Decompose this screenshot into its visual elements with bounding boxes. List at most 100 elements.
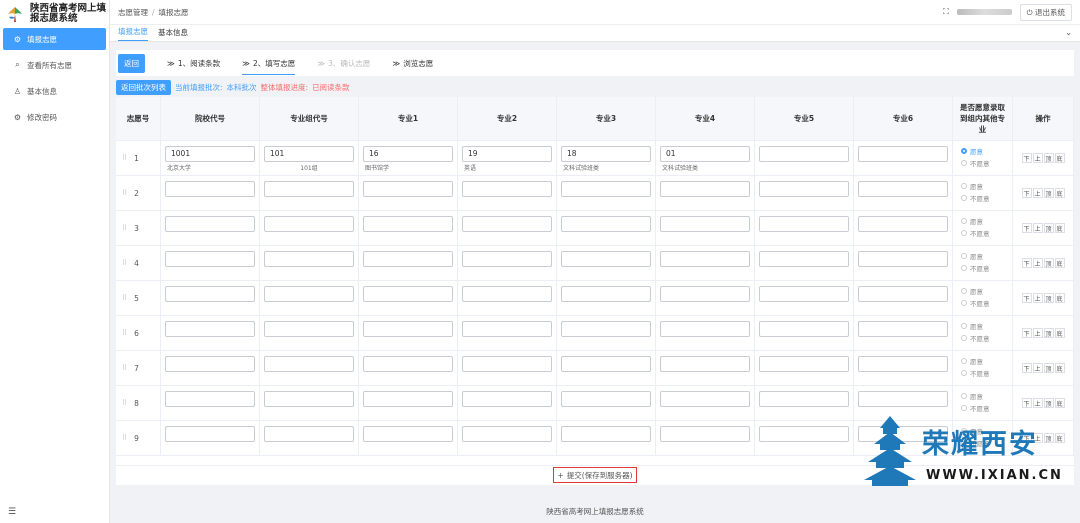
move-top-button[interactable]: 顶 bbox=[1043, 188, 1054, 198]
fullscreen-icon[interactable]: ⛶ bbox=[943, 7, 949, 17]
move-down-button[interactable]: 下 bbox=[1021, 258, 1032, 268]
radio-willing[interactable]: 愿意 bbox=[961, 391, 1012, 401]
major4-input[interactable] bbox=[660, 356, 750, 372]
major4-input[interactable] bbox=[660, 286, 750, 302]
radio-willing[interactable]: 愿意 bbox=[961, 181, 1012, 191]
major1-input[interactable]: 16 bbox=[363, 146, 453, 162]
major1-input[interactable] bbox=[363, 321, 453, 337]
submit-button[interactable]: + 提交(保存到服务器) bbox=[553, 467, 637, 483]
major1-input[interactable] bbox=[363, 356, 453, 372]
group-code-input[interactable] bbox=[264, 391, 354, 407]
radio-unwilling[interactable]: 不愿意 bbox=[961, 158, 1012, 168]
major1-input[interactable] bbox=[363, 286, 453, 302]
move-down-button[interactable]: 下 bbox=[1021, 363, 1032, 373]
radio-unwilling[interactable]: 不愿意 bbox=[961, 333, 1012, 343]
radio-willing[interactable]: 愿意 bbox=[961, 286, 1012, 296]
major3-input[interactable] bbox=[561, 181, 651, 197]
move-up-button[interactable]: 上 bbox=[1032, 188, 1043, 198]
drag-handle-icon[interactable]: ⠿ bbox=[122, 364, 127, 372]
move-up-button[interactable]: 上 bbox=[1032, 223, 1043, 233]
move-bottom-button[interactable]: 底 bbox=[1054, 153, 1065, 163]
major5-input[interactable] bbox=[759, 426, 849, 442]
major6-input[interactable] bbox=[858, 181, 948, 197]
radio-willing[interactable]: 愿意 bbox=[961, 251, 1012, 261]
major3-input[interactable] bbox=[561, 251, 651, 267]
move-down-button[interactable]: 下 bbox=[1021, 328, 1032, 338]
group-code-input[interactable]: 101 bbox=[264, 146, 354, 162]
move-bottom-button[interactable]: 底 bbox=[1054, 188, 1065, 198]
radio-willing[interactable]: 愿意 bbox=[961, 356, 1012, 366]
major2-input[interactable] bbox=[462, 286, 552, 302]
major1-input[interactable] bbox=[363, 181, 453, 197]
move-top-button[interactable]: 顶 bbox=[1043, 258, 1054, 268]
back-to-batch-list-button[interactable]: 返回批次列表 bbox=[116, 79, 171, 95]
radio-unwilling[interactable]: 不愿意 bbox=[961, 298, 1012, 308]
major3-input[interactable]: 18 bbox=[561, 146, 651, 162]
move-down-button[interactable]: 下 bbox=[1021, 293, 1032, 303]
major6-input[interactable] bbox=[858, 391, 948, 407]
move-bottom-button[interactable]: 底 bbox=[1054, 293, 1065, 303]
major4-input[interactable]: 01 bbox=[660, 146, 750, 162]
move-down-button[interactable]: 下 bbox=[1021, 188, 1032, 198]
major2-input[interactable] bbox=[462, 216, 552, 232]
radio-willing[interactable]: 愿意 bbox=[961, 216, 1012, 226]
move-down-button[interactable]: 下 bbox=[1021, 153, 1032, 163]
major5-input[interactable] bbox=[759, 146, 849, 162]
school-code-input[interactable]: 1001 bbox=[165, 146, 255, 162]
breadcrumb-item[interactable]: 志愿管理 bbox=[118, 8, 148, 17]
move-bottom-button[interactable]: 底 bbox=[1054, 258, 1065, 268]
major6-input[interactable] bbox=[858, 146, 948, 162]
drag-handle-icon[interactable]: ⠿ bbox=[122, 259, 127, 267]
group-code-input[interactable] bbox=[264, 216, 354, 232]
move-top-button[interactable]: 顶 bbox=[1043, 153, 1054, 163]
drag-handle-icon[interactable]: ⠿ bbox=[122, 329, 127, 337]
school-code-input[interactable] bbox=[165, 216, 255, 232]
radio-unwilling[interactable]: 不愿意 bbox=[961, 263, 1012, 273]
move-bottom-button[interactable]: 底 bbox=[1054, 223, 1065, 233]
back-button[interactable]: 返回 bbox=[118, 53, 145, 73]
school-code-input[interactable] bbox=[165, 426, 255, 442]
sidebar-item-fill[interactable]: ⚙ 填报志愿 bbox=[3, 28, 106, 50]
major4-input[interactable] bbox=[660, 251, 750, 267]
radio-unwilling[interactable]: 不愿意 bbox=[961, 368, 1012, 378]
major2-input[interactable] bbox=[462, 391, 552, 407]
group-code-input[interactable] bbox=[264, 426, 354, 442]
major1-input[interactable] bbox=[363, 216, 453, 232]
tab-fill[interactable]: 填报志愿 bbox=[118, 26, 148, 41]
group-code-input[interactable] bbox=[264, 181, 354, 197]
sidebar-item-password[interactable]: ⚙ 修改密码 bbox=[3, 106, 106, 128]
drag-handle-icon[interactable]: ⠿ bbox=[122, 154, 127, 162]
school-code-input[interactable] bbox=[165, 356, 255, 372]
collapse-menu-icon[interactable]: ☰ bbox=[8, 507, 16, 517]
major5-input[interactable] bbox=[759, 286, 849, 302]
step-read-terms[interactable]: ≫ 1、阅读条款 bbox=[167, 58, 220, 69]
major5-input[interactable] bbox=[759, 391, 849, 407]
major5-input[interactable] bbox=[759, 181, 849, 197]
radio-willing[interactable]: 愿意 bbox=[961, 321, 1012, 331]
school-code-input[interactable] bbox=[165, 321, 255, 337]
drag-handle-icon[interactable]: ⠿ bbox=[122, 189, 127, 197]
major2-input[interactable] bbox=[462, 356, 552, 372]
group-code-input[interactable] bbox=[264, 321, 354, 337]
major6-input[interactable] bbox=[858, 286, 948, 302]
school-code-input[interactable] bbox=[165, 251, 255, 267]
major2-input[interactable] bbox=[462, 251, 552, 267]
move-top-button[interactable]: 顶 bbox=[1043, 293, 1054, 303]
major3-input[interactable] bbox=[561, 286, 651, 302]
move-top-button[interactable]: 顶 bbox=[1043, 328, 1054, 338]
major4-input[interactable] bbox=[660, 426, 750, 442]
move-down-button[interactable]: 下 bbox=[1021, 398, 1032, 408]
radio-unwilling[interactable]: 不愿意 bbox=[961, 228, 1012, 238]
major5-input[interactable] bbox=[759, 356, 849, 372]
major4-input[interactable] bbox=[660, 181, 750, 197]
major2-input[interactable] bbox=[462, 426, 552, 442]
group-code-input[interactable] bbox=[264, 286, 354, 302]
move-up-button[interactable]: 上 bbox=[1032, 153, 1043, 163]
major1-input[interactable] bbox=[363, 426, 453, 442]
move-top-button[interactable]: 顶 bbox=[1043, 398, 1054, 408]
move-up-button[interactable]: 上 bbox=[1032, 293, 1043, 303]
drag-handle-icon[interactable]: ⠿ bbox=[122, 294, 127, 302]
step-fill-wishes[interactable]: ≫ 2、填写志愿 bbox=[242, 58, 296, 75]
major1-input[interactable] bbox=[363, 251, 453, 267]
drag-handle-icon[interactable]: ⠿ bbox=[122, 399, 127, 407]
